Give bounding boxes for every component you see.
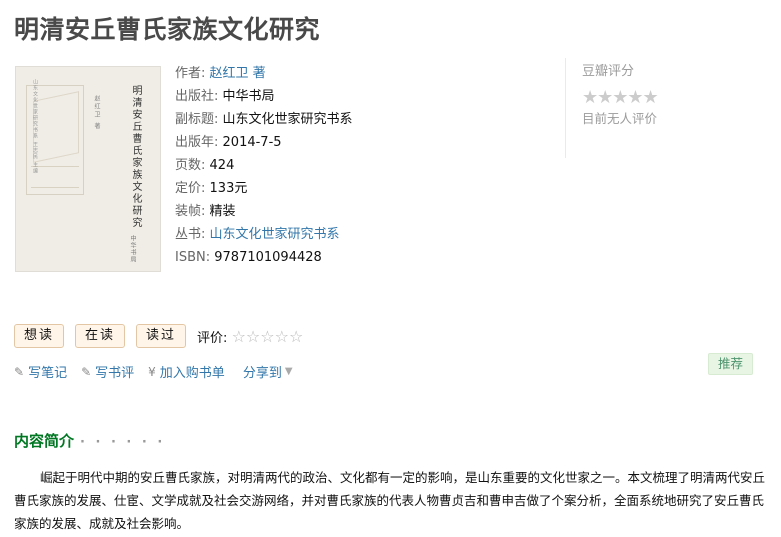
info-author-row: 作者: 赵红卫 著 xyxy=(175,62,353,85)
my-rating-label: 评价: xyxy=(197,330,228,346)
info-pubdate-row: 出版年: 2014-7-5 xyxy=(175,131,353,154)
recommend-button[interactable]: 推荐 xyxy=(708,353,754,375)
info-isbn-row: ISBN: 9787101094428 xyxy=(175,246,353,269)
publisher-label: 出版社: xyxy=(175,89,219,104)
share-dropdown[interactable]: 分享到 ▼ xyxy=(243,362,293,381)
series-link[interactable]: 山东文化世家研究书系 xyxy=(210,227,340,242)
want-to-read-button[interactable]: 想读 xyxy=(14,324,65,348)
author-label: 作者: xyxy=(175,66,206,81)
write-review-label: 写书评 xyxy=(95,366,135,381)
page-title: 明清安丘曹氏家族文化研究 xyxy=(14,15,321,44)
no-rating-text: 目前无人评价 xyxy=(582,111,658,126)
author-link[interactable]: 赵红卫 著 xyxy=(210,66,266,81)
binding-value: 精装 xyxy=(209,204,236,219)
pencil-icon: ✎ xyxy=(14,364,25,379)
info-price-row: 定价: 133元 xyxy=(175,177,353,200)
my-rating: 评价: ☆☆☆☆☆ xyxy=(197,327,303,346)
info-binding-row: 装帧: 精装 xyxy=(175,200,353,223)
write-note-link[interactable]: ✎ 写笔记 xyxy=(14,362,68,382)
cover-series-text: 山东文化世家研究书系 王志民 主编 xyxy=(32,79,38,175)
isbn-value: 9787101094428 xyxy=(214,250,322,265)
pencil-icon: ✎ xyxy=(81,364,92,379)
my-rating-stars[interactable]: ☆☆☆☆☆ xyxy=(232,327,304,346)
reading-button[interactable]: 在读 xyxy=(75,324,126,348)
pages-label: 页数: xyxy=(175,158,206,173)
series-label: 丛书: xyxy=(175,227,206,242)
pubdate-label: 出版年: xyxy=(175,135,219,150)
share-label: 分享到 xyxy=(242,366,282,381)
add-to-booklist-link[interactable]: ¥ 加入购书单 xyxy=(148,362,225,382)
price-value: 133元 xyxy=(209,181,248,196)
yen-icon: ¥ xyxy=(148,364,156,379)
rating-stars-icon: ★★★★★ xyxy=(582,87,659,108)
douban-rating-panel: 豆瓣评分 ★★★★★ 目前无人评价 xyxy=(565,58,765,158)
publisher-value: 中华书局 xyxy=(222,89,275,104)
book-cover-image[interactable]: 山东文化世家研究书系 王志民 主编 赵红卫 著 明清安丘曹氏家族文化研究 中华书… xyxy=(15,66,161,272)
book-info: 作者: 赵红卫 著 出版社: 中华书局 副标题: 山东文化世家研究书系 出版年:… xyxy=(175,62,353,269)
info-series-row: 丛书: 山东文化世家研究书系 xyxy=(175,223,353,246)
info-subtitle-row: 副标题: 山东文化世家研究书系 xyxy=(175,108,353,131)
write-note-label: 写笔记 xyxy=(28,366,68,381)
intro-heading: 内容简介 · · · · · · xyxy=(14,430,165,451)
intro-heading-dots: · · · · · · xyxy=(80,435,166,450)
pubdate-value: 2014-7-5 xyxy=(222,135,282,150)
action-links: ✎ 写笔记 ✎ 写书评 ¥ 加入购书单 分享到 ▼ xyxy=(14,362,307,382)
price-label: 定价: xyxy=(175,181,206,196)
pages-value: 424 xyxy=(209,158,235,173)
rating-label: 豆瓣评分 xyxy=(582,64,635,79)
chevron-down-icon: ▼ xyxy=(284,366,293,377)
subtitle-label: 副标题: xyxy=(175,112,219,127)
intro-text: 崛起于明代中期的安丘曹氏家族，对明清两代的政治、文化都有一定的影响，是山东重要的… xyxy=(14,470,766,531)
write-review-link[interactable]: ✎ 写书评 xyxy=(81,362,135,382)
cover-publisher-mark: 中华书局 xyxy=(129,235,136,263)
info-publisher-row: 出版社: 中华书局 xyxy=(175,85,353,108)
cover-title-text: 明清安丘曹氏家族文化研究 xyxy=(130,85,141,229)
binding-label: 装帧: xyxy=(175,204,206,219)
subtitle-value: 山东文化世家研究书系 xyxy=(222,112,353,127)
cover-author-text: 赵红卫 著 xyxy=(93,95,100,131)
intro-heading-text: 内容简介 xyxy=(14,432,75,450)
isbn-label: ISBN: xyxy=(175,250,211,265)
reading-status-actions: 想读 在读 读过 评价: ☆☆☆☆☆ xyxy=(14,324,303,348)
add-to-booklist-label: 加入购书单 xyxy=(159,366,225,381)
info-pages-row: 页数: 424 xyxy=(175,154,353,177)
have-read-button[interactable]: 读过 xyxy=(136,324,187,348)
